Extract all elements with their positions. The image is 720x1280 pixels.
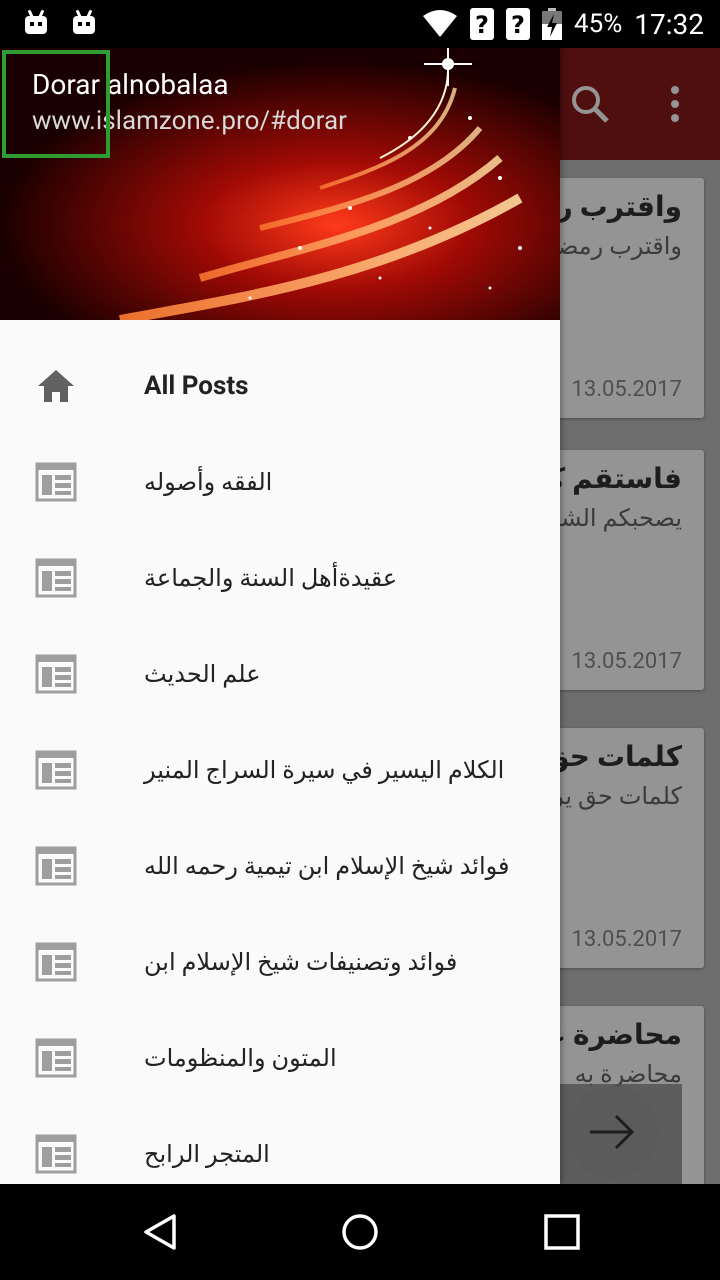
menu-item-category[interactable]: المتون والمنظومات: [0, 1010, 560, 1106]
list-icon: [35, 654, 77, 694]
wifi-icon: [422, 10, 458, 38]
menu-item-category[interactable]: فوائد شيخ الإسلام ابن تيمية رحمه الله: [0, 818, 560, 914]
list-icon: [35, 750, 77, 790]
menu-item-category[interactable]: علم الحديث: [0, 626, 560, 722]
menu-item-label: فوائد شيخ الإسلام ابن تيمية رحمه الله: [144, 852, 510, 880]
list-icon: [35, 558, 77, 598]
drawer-header: Dorar alnobalaa www.islamzone.pro/#dorar: [0, 48, 560, 320]
android-debug-icon: [72, 9, 96, 34]
menu-item-category[interactable]: فوائد وتصنيفات شيخ الإسلام ابن: [0, 914, 560, 1010]
svg-text:?: ?: [511, 11, 525, 39]
svg-text:?: ?: [475, 11, 489, 39]
navigation-drawer: Dorar alnobalaa www.islamzone.pro/#dorar…: [0, 48, 560, 1184]
back-icon[interactable]: [140, 1212, 180, 1252]
list-icon: [35, 462, 77, 502]
list-icon: [35, 1038, 77, 1078]
battery-percent: 45%: [573, 9, 623, 39]
menu-item-label: عقيدةأهل السنة والجماعة: [144, 564, 398, 592]
menu-item-all-posts[interactable]: All Posts: [0, 338, 560, 434]
home-button-icon[interactable]: [340, 1212, 380, 1252]
no-signal-icon: ?: [505, 8, 530, 40]
no-signal-icon: ?: [469, 8, 494, 40]
list-icon: [35, 942, 77, 982]
status-bar: ? ? 45% 17:32: [0, 0, 720, 48]
menu-item-label: الفقه وأصوله: [144, 468, 273, 496]
list-icon: [35, 846, 77, 886]
system-nav-bar: [0, 1184, 720, 1280]
menu-item-label: علم الحديث: [144, 660, 261, 688]
home-icon: [38, 370, 74, 402]
menu-item-label: All Posts: [144, 371, 249, 401]
menu-item-label: المتجر الرابح: [144, 1140, 270, 1168]
list-icon: [35, 1134, 77, 1174]
clock: 17:32: [634, 7, 704, 41]
battery-icon: [541, 8, 562, 40]
recents-icon[interactable]: [542, 1212, 582, 1252]
menu-item-category[interactable]: المتجر الرابح: [0, 1106, 560, 1184]
menu-item-label: الكلام اليسير في سيرة السراج المنير: [144, 756, 505, 784]
menu-item-category[interactable]: عقيدةأهل السنة والجماعة: [0, 530, 560, 626]
menu-item-label: المتون والمنظومات: [144, 1044, 337, 1072]
android-debug-icon: [24, 9, 48, 34]
menu-item-label: فوائد وتصنيفات شيخ الإسلام ابن: [144, 948, 458, 976]
menu-item-category[interactable]: الكلام اليسير في سيرة السراج المنير: [0, 722, 560, 818]
highlight-box: [2, 50, 110, 158]
menu-item-category[interactable]: الفقه وأصوله: [0, 434, 560, 530]
